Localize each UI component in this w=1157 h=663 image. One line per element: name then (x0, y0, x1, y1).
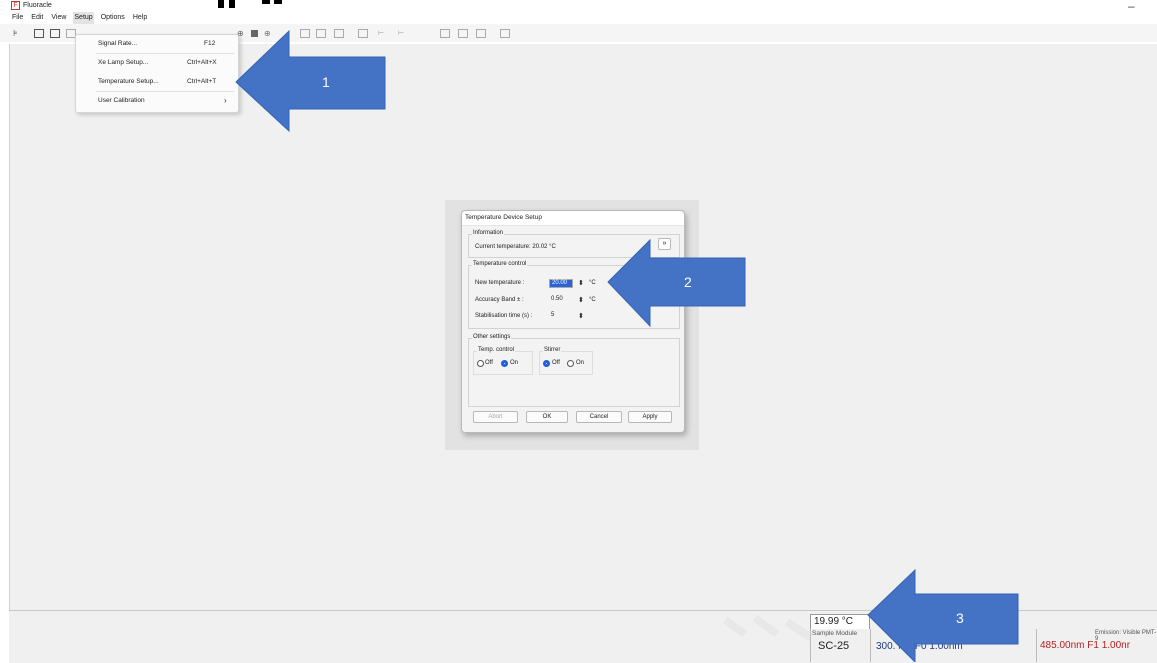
annotation-arrow-1 (235, 29, 386, 133)
annotation-arrows (235, 29, 1019, 662)
annotation-number-3: 3 (956, 610, 964, 626)
annotation-arrow-2 (607, 238, 746, 328)
annotation-arrow-3 (867, 568, 1019, 662)
annotation-number-1: 1 (322, 74, 330, 90)
annotation-number-2: 2 (684, 274, 692, 290)
